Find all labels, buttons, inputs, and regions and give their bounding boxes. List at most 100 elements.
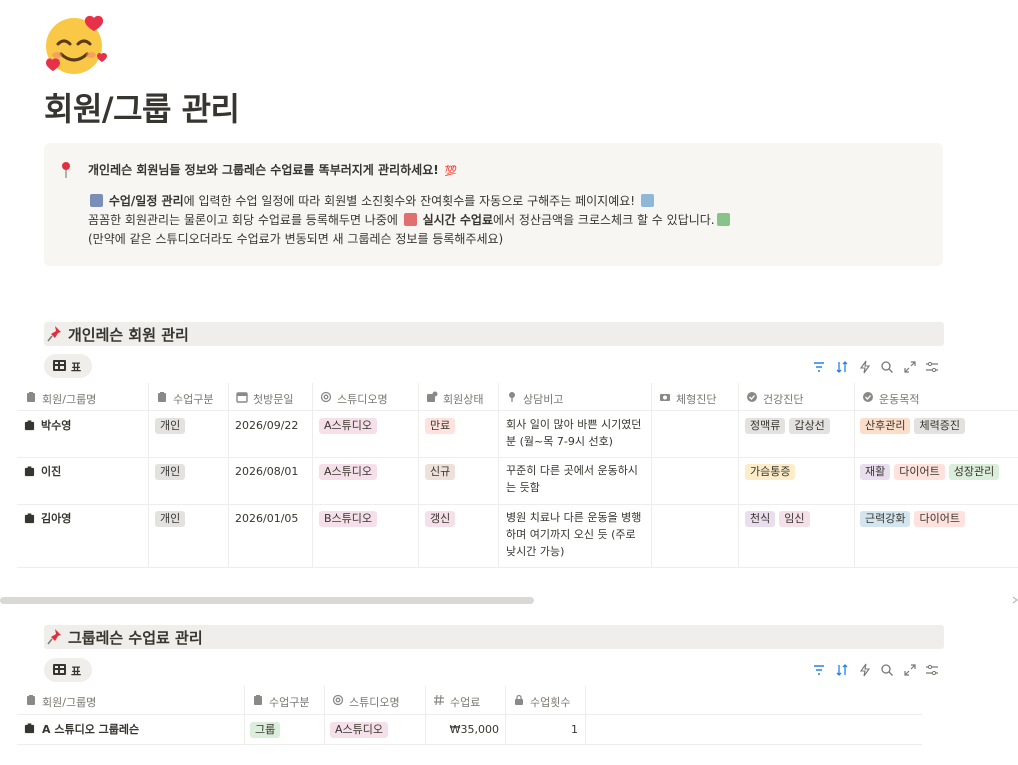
table-row[interactable]: 이진 개인 2026/08/01 A스튜디오 신규 꾸준히 다른 곳에서 운동하시 는 듯함… <box>17 457 1018 504</box>
goal-tag: 체력증진 <box>914 418 965 434</box>
clipboard-icon <box>27 695 35 705</box>
exercise-goal-cell[interactable]: 산후관리 체력증진 <box>860 417 969 434</box>
automation-bolt-icon[interactable] <box>858 663 872 677</box>
sort-icon[interactable] <box>835 663 849 677</box>
goal-tag: 성장관리 <box>948 464 1000 480</box>
filter-icon[interactable] <box>812 663 826 677</box>
view-tab-label: 표 <box>71 361 82 374</box>
group-header-0[interactable]: 회원/그룹명 <box>17 686 244 714</box>
studio-cell[interactable]: B스튜디오 <box>319 510 381 527</box>
lesson-type-cell[interactable]: 개인 <box>155 417 189 434</box>
consult-note-cell[interactable]: 꾸준히 다른 곳에서 운동하시 는 듯함 <box>506 462 651 496</box>
consult-note-line: 회사 일이 많아 바쁜 시기였던 <box>506 418 642 431</box>
personal-header-7[interactable]: 건강진단 <box>738 383 854 411</box>
group-header-4[interactable]: 수업횟수 <box>505 686 585 714</box>
group-fees-table: 회원/그룹명 수업구분 스튜디오명 수업료 수업횟수 A 스튜디오 그룹레슨 그룹 A스튜디오… <box>17 686 922 746</box>
group-name[interactable]: A 스튜디오 그룹레슨 <box>42 721 139 738</box>
status-icon <box>427 391 438 402</box>
callout-line-2: 수업/일정 관리에 입력한 수업 일정에 따라 회원별 소진횟수와 잔여횟수를 … <box>88 192 656 211</box>
personal-toolbar <box>812 360 940 376</box>
consult-note-cell[interactable]: 회사 일이 많아 바쁜 시기였던분 (월~목 7-9시 선호) <box>506 416 651 450</box>
personal-header-2[interactable]: 첫방문일 <box>228 383 312 411</box>
lesson-type-cell[interactable]: 개인 <box>155 510 189 527</box>
check-circle-icon <box>863 392 873 402</box>
consult-note-cell[interactable]: 병원 치료나 다른 운동을 병행 하며 여기까지 오신 듯 (주로 낮시간 가능) <box>506 509 651 560</box>
member-status-tag: 신규 <box>425 464 456 480</box>
sort-icon[interactable] <box>835 360 849 374</box>
hundred-points-icon: 💯 <box>444 166 458 177</box>
consult-note-line: 병원 치료나 다른 운동을 병행 <box>506 511 642 524</box>
personal-header-1[interactable]: 수업구분 <box>148 383 228 411</box>
first-visit-date[interactable]: 2026/01/05 <box>235 510 298 527</box>
realtime-fee-link[interactable]: 실시간 수업료 <box>423 213 493 227</box>
callout-line-4: (만약에 같은 스튜디오더라도 수업료가 변동되면 새 그룹레슨 정보를 등록해… <box>88 232 504 246</box>
member-name[interactable]: 박수영 <box>41 417 71 434</box>
personal-header-5[interactable]: 상담비고 <box>498 383 651 411</box>
personal-header-8[interactable]: 운동목적 <box>854 383 1018 411</box>
consult-note-line: 낮시간 가능) <box>506 545 565 558</box>
table-row[interactable]: 김아영 개인 2026/01/05 B스튜디오 갱신 병원 치료나 다른 운동을 병행 하며… <box>17 504 1018 567</box>
personal-header-4[interactable]: 회원상태 <box>418 383 498 411</box>
expand-icon[interactable] <box>903 663 917 677</box>
person-at-computer-icon <box>640 194 654 207</box>
personal-table-view-tab[interactable]: 표 <box>44 354 92 378</box>
settings-sliders-icon[interactable] <box>925 360 939 374</box>
personal-header-0[interactable]: 회원/그룹명 <box>17 383 148 411</box>
studio-tag: A스튜디오 <box>330 722 389 738</box>
clipboard-icon <box>254 695 262 705</box>
personal-header-6[interactable]: 체형진단 <box>651 383 738 411</box>
group-header-3[interactable]: 수업료 <box>425 686 505 714</box>
group-table-view-tab[interactable]: 표 <box>44 658 92 682</box>
personal-section-heading: 개인레슨 회원 관리 <box>44 322 944 346</box>
expand-icon[interactable] <box>903 360 917 374</box>
consult-note-line: 분 (월~목 7-9시 선호) <box>506 435 613 448</box>
row-divider <box>17 744 922 745</box>
studio-cell[interactable]: A스튜디오 <box>319 463 381 480</box>
table-row[interactable]: 박수영 개인 2026/09/22 A스튜디오 만료 회사 일이 많아 바쁜 시기였던분 … <box>17 411 1018 457</box>
member-name[interactable]: 김아영 <box>41 510 71 527</box>
health-check-cell[interactable]: 천식 임신 <box>745 510 814 527</box>
member-name[interactable]: 이진 <box>41 463 61 480</box>
lesson-count[interactable]: 1 <box>505 721 578 738</box>
callout-line-1: 개인레슨 회원님들 정보와 그룹레슨 수업료를 똑부러지게 관리하세요! 💯 <box>88 161 463 180</box>
view-tab-label: 표 <box>71 665 82 678</box>
consult-note-line: 꾸준히 다른 곳에서 운동하시 <box>506 464 638 477</box>
exercise-goal-cell[interactable]: 재활 다이어트 성장관리 <box>860 463 1003 480</box>
studio-cell[interactable]: A스튜디오 <box>319 417 381 434</box>
automation-bolt-icon[interactable] <box>858 360 872 374</box>
first-visit-date[interactable]: 2026/08/01 <box>235 463 298 480</box>
table-row[interactable]: A 스튜디오 그룹레슨 그룹 A스튜디오 ₩35,000 1 <box>17 715 922 744</box>
lesson-type-cell[interactable]: 개인 <box>155 463 189 480</box>
personal-header-3[interactable]: 스튜디오명 <box>312 383 418 411</box>
search-icon[interactable] <box>880 663 894 677</box>
lesson-fee[interactable]: ₩35,000 <box>425 721 499 738</box>
first-visit-date[interactable]: 2026/09/22 <box>235 417 298 434</box>
health-check-cell[interactable]: 가슴통증 <box>745 463 799 480</box>
column-header-label: 스튜디오명 <box>349 696 400 709</box>
group-header-1[interactable]: 수업구분 <box>244 686 324 714</box>
clipboard-icon <box>27 392 35 402</box>
column-header-label: 수업구분 <box>269 696 310 709</box>
group-header-2[interactable]: 스튜디오명 <box>324 686 425 714</box>
health-check-cell[interactable]: 정맥류 갑상선 <box>745 417 834 434</box>
lesson-type-cell[interactable]: 그룹 <box>250 721 284 738</box>
lesson-type-tag: 개인 <box>155 464 186 480</box>
exercise-goal-cell[interactable]: 근력강화 다이어트 <box>860 510 969 527</box>
schedule-page-link[interactable]: 수업/일정 관리 <box>109 194 184 208</box>
camera-icon <box>660 394 670 401</box>
scroll-right-icon[interactable] <box>1012 596 1018 604</box>
search-icon[interactable] <box>880 360 894 374</box>
goal-tag: 근력강화 <box>860 511 911 527</box>
member-status-cell[interactable]: 갱신 <box>425 510 459 527</box>
horizontal-scrollbar[interactable] <box>0 597 534 604</box>
member-status-cell[interactable]: 신규 <box>425 463 459 480</box>
settings-sliders-icon[interactable] <box>925 663 939 677</box>
callout-line-3-text-a: 꼼꼼한 회원관리는 물론이고 회당 수업료를 등록해두면 나중에 <box>88 213 398 227</box>
filter-icon[interactable] <box>812 360 826 374</box>
lesson-type-tag: 개인 <box>155 511 186 527</box>
callout-line-3: 꼼꼼한 회원관리는 물론이고 회당 수업료를 등록해두면 나중에 실시간 수업료… <box>88 211 732 230</box>
studio-cell[interactable]: A스튜디오 <box>330 721 392 738</box>
member-status-cell[interactable]: 만료 <box>425 417 459 434</box>
hash-icon <box>434 694 444 706</box>
column-header-label: 건강진단 <box>763 393 804 406</box>
